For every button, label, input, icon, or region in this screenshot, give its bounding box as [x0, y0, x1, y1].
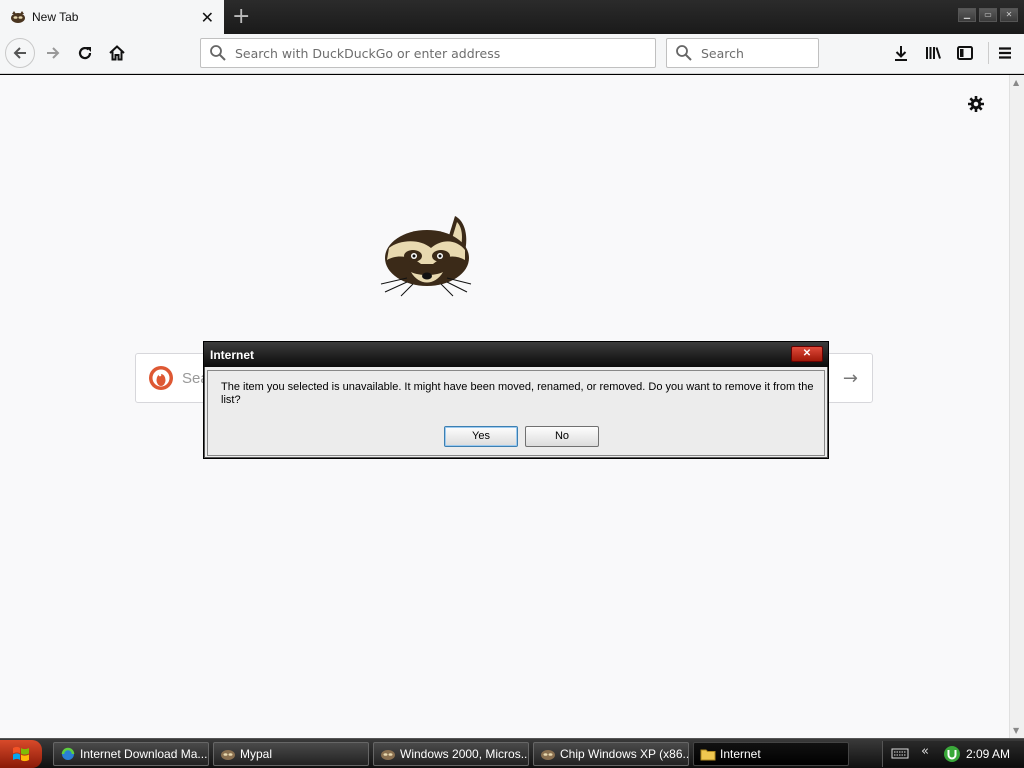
- tab-strip: New Tab ✕ + ▁ ▭ ✕: [0, 0, 1024, 34]
- dialog-title: Internet: [210, 348, 255, 362]
- forward-button[interactable]: [38, 38, 68, 68]
- search-icon: [676, 45, 692, 61]
- chevron-left-icon[interactable]: «: [921, 744, 929, 759]
- duckduckgo-icon: [149, 366, 173, 390]
- raccoon-icon: [220, 747, 236, 761]
- menu-button[interactable]: [990, 38, 1020, 68]
- gear-icon: [968, 96, 984, 112]
- scroll-up-icon[interactable]: ▲: [1013, 78, 1019, 87]
- taskbar: Internet Download Ma... Mypal Windows 20…: [0, 738, 1024, 768]
- raccoon-icon: [380, 747, 396, 761]
- plus-icon[interactable]: +: [232, 4, 250, 29]
- search-icon: [210, 45, 226, 61]
- dialog-message: The item you selected is unavailable. It…: [221, 381, 814, 406]
- reload-button[interactable]: [70, 38, 100, 68]
- download-icon: [895, 46, 907, 61]
- taskbar-item-internet[interactable]: Internet: [693, 742, 849, 766]
- search-bar[interactable]: Search: [666, 38, 819, 68]
- taskbar-item-mypal[interactable]: Mypal: [213, 742, 369, 766]
- settings-button[interactable]: [966, 94, 986, 117]
- raccoon-icon: [10, 10, 26, 24]
- taskbar-item-chip-windows-xp[interactable]: Chip Windows XP (x86...: [533, 742, 689, 766]
- raccoon-logo: [377, 212, 473, 301]
- close-window-icon[interactable]: ✕: [1000, 8, 1018, 22]
- back-button[interactable]: [5, 38, 35, 68]
- library-button[interactable]: [918, 38, 948, 68]
- arrow-right-icon[interactable]: →: [843, 368, 858, 389]
- window-controls: ▁ ▭ ✕: [958, 8, 1018, 22]
- sidebar-icon: [957, 46, 973, 60]
- home-button[interactable]: [102, 38, 132, 68]
- search-bar-placeholder: Search: [701, 45, 744, 61]
- nav-bar: Search with DuckDuckGo or enter address …: [0, 34, 1024, 74]
- tab-new-tab[interactable]: New Tab ✕: [0, 0, 224, 34]
- toolbar-divider: [988, 42, 989, 64]
- minimize-icon[interactable]: ▁: [958, 8, 976, 22]
- dialog-title-bar[interactable]: Internet ✕: [204, 342, 828, 367]
- dialog-body: The item you selected is unavailable. It…: [207, 370, 825, 456]
- scroll-down-icon[interactable]: ▼: [1013, 726, 1019, 735]
- arrow-left-icon: [13, 47, 26, 59]
- system-tray: « 2:09 AM: [882, 741, 1024, 767]
- dialog-close-button[interactable]: ✕: [791, 346, 823, 362]
- taskbar-item-windows-2000[interactable]: Windows 2000, Micros...: [373, 742, 529, 766]
- start-button[interactable]: [0, 740, 42, 768]
- raccoon-icon: [540, 747, 556, 761]
- keyboard-icon[interactable]: [891, 746, 909, 763]
- taskbar-item-label: Internet: [720, 747, 761, 761]
- yes-button[interactable]: Yes: [444, 426, 518, 447]
- windows-logo-icon: [13, 746, 29, 762]
- address-bar[interactable]: Search with DuckDuckGo or enter address: [200, 38, 656, 68]
- home-icon: [109, 45, 125, 61]
- reload-icon: [78, 46, 92, 60]
- no-button[interactable]: No: [525, 426, 599, 447]
- close-icon: ✕: [802, 348, 812, 359]
- close-icon[interactable]: ✕: [201, 8, 214, 27]
- taskbar-item-idm[interactable]: Internet Download Ma...: [53, 742, 209, 766]
- idm-icon: [60, 747, 76, 761]
- address-bar-placeholder: Search with DuckDuckGo or enter address: [235, 45, 501, 61]
- folder-icon: [700, 747, 716, 761]
- library-icon: [926, 47, 941, 59]
- clock[interactable]: 2:09 AM: [966, 747, 1010, 761]
- downloads-button[interactable]: [886, 38, 916, 68]
- taskbar-item-label: Chip Windows XP (x86...: [560, 747, 689, 761]
- taskbar-item-label: Internet Download Ma...: [80, 747, 208, 761]
- menu-icon: [999, 47, 1011, 59]
- maximize-icon[interactable]: ▭: [979, 8, 997, 22]
- taskbar-item-label: Mypal: [240, 747, 273, 761]
- utorrent-icon[interactable]: [943, 745, 961, 766]
- tab-title: New Tab: [32, 10, 79, 24]
- message-dialog: Internet ✕ The item you selected is unav…: [203, 341, 829, 459]
- scrollbar[interactable]: ▲ ▼: [1009, 75, 1024, 738]
- sidebar-button[interactable]: [950, 38, 980, 68]
- taskbar-item-label: Windows 2000, Micros...: [400, 747, 529, 761]
- arrow-right-icon: [47, 47, 60, 59]
